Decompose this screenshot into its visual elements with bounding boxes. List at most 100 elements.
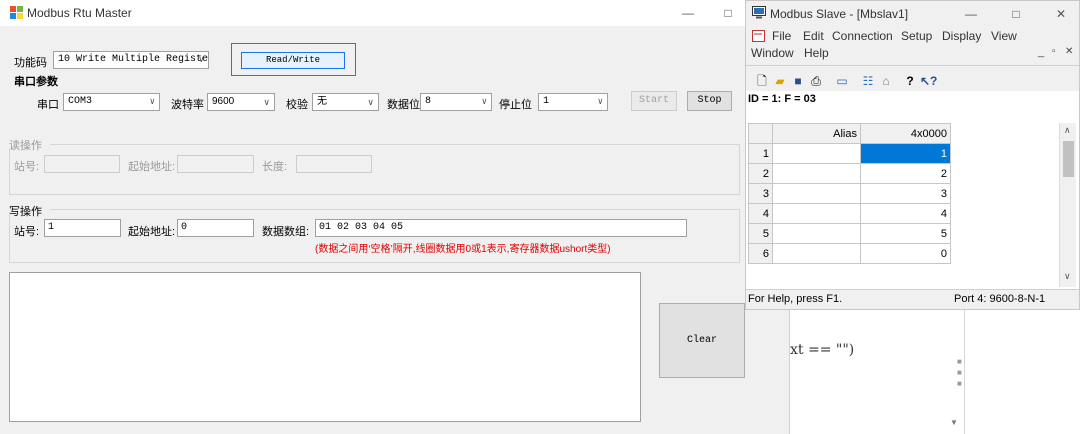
scroll-up-icon[interactable]: ∧ [1064,125,1071,136]
data-hint-text: (数据之间用‘空格’隔开,线圈数据用0或1表示,寄存器数据ushort类型) [315,244,611,255]
display-icon[interactable]: ☷ [860,73,876,89]
doc-menu-icon[interactable] [752,30,765,42]
slave-id-line: ID = 1: F = 03 [748,93,816,105]
stopbits-select[interactable]: 1 ∨ [538,93,608,111]
window-icon[interactable]: ▭ [834,73,850,89]
alias-cell[interactable] [772,163,861,184]
table-row[interactable]: 1 1 [748,143,951,164]
stopbits-value: 1 [543,96,550,107]
status-help-text: For Help, press F1. [748,293,843,305]
chevron-down-icon: ∨ [597,97,603,107]
alias-cell[interactable] [772,143,861,164]
menu-help[interactable]: Help [804,46,829,60]
chevron-down-icon: ∨ [481,97,487,107]
group-divider [739,209,740,262]
help-icon[interactable]: ? [902,73,918,89]
parity-label: 校验 [286,99,308,111]
register-value-cell[interactable]: 3 [860,183,951,204]
menu-connection[interactable]: Connection [832,29,893,43]
parity-value: 无 [317,96,327,107]
read-length-label: 长度: [262,161,288,173]
data-array-input[interactable]: 01 02 03 04 05 [315,219,687,237]
code-snippet: xt == "") [790,342,855,358]
slave-minimize-button[interactable]: — [958,4,984,24]
code-editor-background: xt == "") ■ ■ ■ ▼ [790,310,1080,434]
scroll-down-icon[interactable]: ∨ [1064,271,1071,282]
scrollbar-thumb[interactable] [1063,141,1074,177]
port-select[interactable]: COM3 ∨ [63,93,160,111]
read-station-input[interactable] [44,155,120,173]
menu-edit[interactable]: Edit [803,29,824,43]
slave-close-button[interactable]: ✕ [1048,4,1074,24]
maximize-button[interactable]: □ [715,3,741,23]
address-column-header: 4x0000 [860,123,951,144]
port-value: COM3 [68,96,93,107]
function-select[interactable]: 10 Write Multiple Register ∨ [53,51,209,69]
corner-cell [748,123,773,144]
register-table: Alias 4x0000 1 1 2 2 3 3 4 4 5 5 6 0 [748,123,951,264]
register-value-cell[interactable]: 1 [860,143,951,164]
read-write-button[interactable]: Read/Write [241,52,345,69]
databits-label: 数据位 [387,99,420,111]
group-divider [9,212,10,262]
context-help-icon[interactable]: ↖? [920,73,937,89]
write-group-title: 写操作 [9,206,42,218]
table-row[interactable]: 6 0 [748,243,951,264]
chevron-down-icon: ∨ [198,55,204,65]
scroll-down-icon[interactable]: ▼ [950,418,958,427]
mdi-minimize-icon[interactable]: _ [1038,46,1044,58]
baud-select[interactable]: 9600 ∨ [207,93,275,111]
read-group-title: 读操作 [9,140,42,152]
write-start-input[interactable]: 0 [177,219,254,237]
start-button[interactable]: Start [631,91,677,111]
register-value-cell[interactable]: 5 [860,223,951,244]
alias-cell[interactable] [772,203,861,224]
save-icon[interactable]: ■ [790,73,806,89]
mdi-close-icon[interactable]: ✕ [1065,46,1073,57]
register-value-cell[interactable]: 0 [860,243,951,264]
print-icon[interactable]: ⎙ [808,73,824,89]
communication-icon[interactable]: ⌂ [878,73,894,89]
menu-setup[interactable]: Setup [901,29,932,43]
parity-select[interactable]: 无 ∨ [312,93,379,111]
function-label: 功能码 [14,57,47,69]
alias-cell[interactable] [772,223,861,244]
vertical-scrollbar[interactable]: ∧ ∨ [1059,123,1076,287]
register-value-cell[interactable]: 2 [860,163,951,184]
editor-divider [964,310,965,434]
stop-button[interactable]: Stop [687,91,732,111]
alias-cell[interactable] [772,183,861,204]
slave-maximize-button[interactable]: □ [1003,4,1029,24]
alias-cell[interactable] [772,243,861,264]
menu-display[interactable]: Display [942,29,981,43]
slave-window: Modbus Slave - [Mbslav1] — □ ✕ File Edit… [745,0,1080,310]
menu-window[interactable]: Window [751,46,794,60]
mdi-restore-icon[interactable]: ▫ [1052,46,1056,57]
register-value-cell[interactable]: 4 [860,203,951,224]
menu-view[interactable]: View [991,29,1017,43]
clear-button[interactable]: Clear [659,303,745,378]
write-station-input[interactable]: 1 [44,219,121,237]
log-textbox[interactable] [9,272,641,422]
table-row[interactable]: 2 2 [748,163,951,184]
group-divider [9,148,10,194]
table-row[interactable]: 5 5 [748,223,951,244]
open-icon[interactable]: ▰ [772,73,788,89]
row-number: 2 [748,163,773,184]
minimize-button[interactable]: — [675,3,701,23]
write-station-label: 站号: [14,226,40,238]
status-port-text: Port 4: 9600-8-N-1 [954,293,1046,305]
editor-gutter-marks: ■ ■ ■ [957,357,962,388]
write-start-label: 起始地址: [128,226,176,238]
group-divider [739,144,740,194]
new-icon[interactable]: 🗋 [754,73,770,89]
toolbar-divider [746,65,1079,66]
databits-select[interactable]: 8 ∨ [420,93,492,111]
table-row[interactable]: 3 3 [748,183,951,204]
table-row[interactable]: 4 4 [748,203,951,224]
master-title: Modbus Rtu Master [27,6,132,20]
menu-file[interactable]: File [772,29,791,43]
group-divider [9,262,740,263]
read-length-input[interactable] [296,155,372,173]
read-start-input[interactable] [177,155,254,173]
